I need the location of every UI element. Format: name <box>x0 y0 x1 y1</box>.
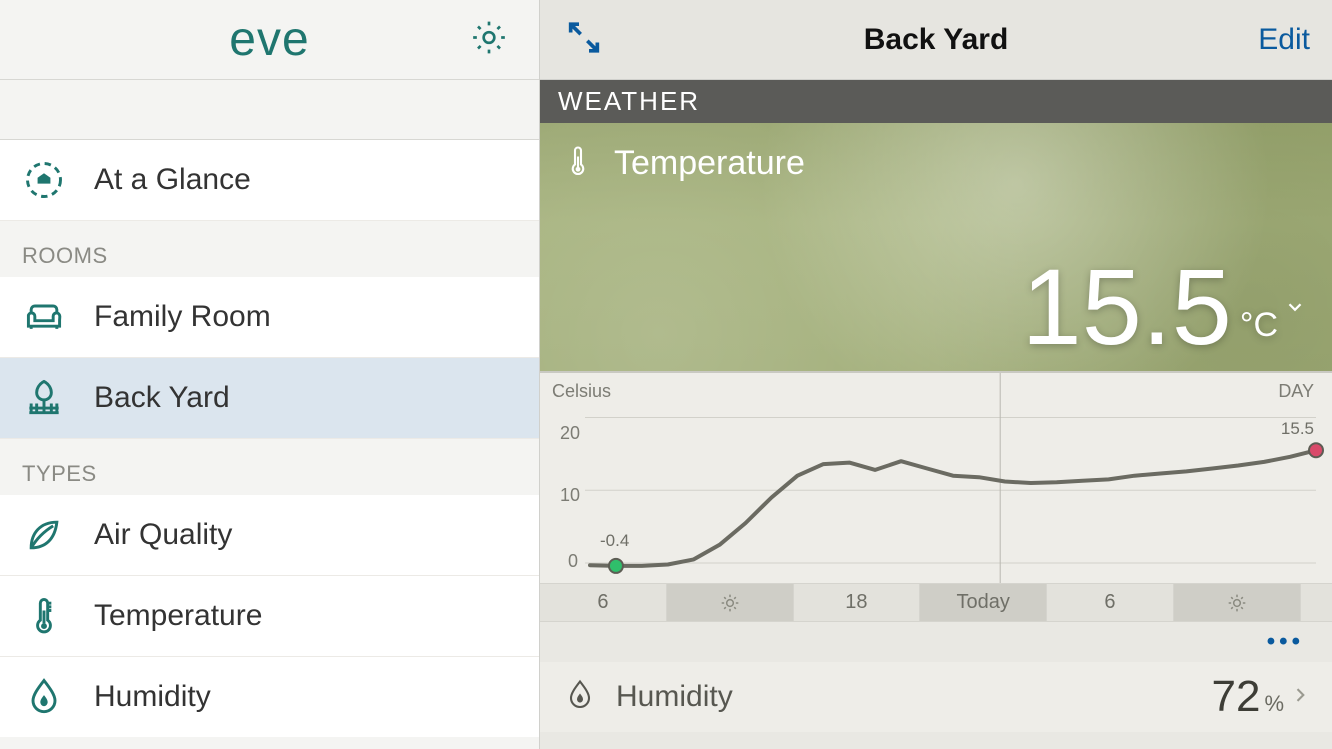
temperature-card[interactable]: Temperature 15.5 °C <box>540 123 1332 373</box>
tree-fence-icon <box>22 376 82 420</box>
droplet-icon <box>22 675 82 719</box>
timeline-seg <box>1301 584 1332 621</box>
timeline-seg: 18 <box>794 584 921 621</box>
edit-button[interactable]: Edit <box>1258 23 1310 57</box>
timeline-seg-today: Today <box>920 584 1047 621</box>
temperature-reading: 15.5 °C <box>1022 218 1306 369</box>
sidebar: eve At a Glance ROOMS Family Room <box>0 0 540 749</box>
sidebar-item-label: Back Yard <box>94 381 230 415</box>
temperature-unit: °C <box>1240 306 1278 345</box>
sidebar-header: eve <box>0 0 539 80</box>
humidity-unit: % <box>1264 691 1284 717</box>
leaf-icon <box>22 513 82 557</box>
thermometer-icon <box>22 594 82 638</box>
sidebar-item-label: At a Glance <box>94 163 251 197</box>
page-title: Back Yard <box>864 23 1009 57</box>
humidity-label: Humidity <box>616 680 1211 714</box>
sidebar-item-air-quality[interactable]: Air Quality <box>0 495 539 576</box>
sidebar-item-label: Air Quality <box>94 518 232 552</box>
app-logo: eve <box>229 12 309 67</box>
sidebar-item-back-yard[interactable]: Back Yard <box>0 358 539 439</box>
temperature-value: 15.5 <box>1022 244 1232 369</box>
chevron-right-icon[interactable] <box>1290 682 1310 713</box>
sidebar-spacer <box>0 80 539 140</box>
gear-icon[interactable] <box>469 17 509 62</box>
card-actions-row: ••• <box>540 622 1332 662</box>
timeline-seg: 6 <box>540 584 667 621</box>
expand-icon[interactable] <box>564 17 604 62</box>
sofa-icon <box>22 295 82 339</box>
chart-timeline[interactable]: 6 18 Today 6 <box>540 583 1332 621</box>
sidebar-item-temperature[interactable]: Temperature <box>0 576 539 657</box>
timeline-seg-sun <box>1174 584 1301 621</box>
more-icon[interactable]: ••• <box>1267 628 1304 656</box>
rooms-section-label: ROOMS <box>0 221 539 277</box>
humidity-value: 72 <box>1211 672 1260 722</box>
sidebar-item-family-room[interactable]: Family Room <box>0 277 539 358</box>
temperature-label: Temperature <box>614 144 805 183</box>
humidity-card[interactable]: Humidity 72 % <box>540 662 1332 732</box>
home-dashed-icon <box>22 158 82 202</box>
temperature-chart[interactable]: Celsius 20 10 0 DAY -0.4 15.5 6 18 Today… <box>540 373 1332 622</box>
main-panel: Back Yard Edit WEATHER Temperature 15.5 … <box>540 0 1332 749</box>
sidebar-item-humidity[interactable]: Humidity <box>0 657 539 737</box>
weather-section-bar: WEATHER <box>540 80 1332 123</box>
types-section-label: TYPES <box>0 439 539 495</box>
main-header: Back Yard Edit <box>540 0 1332 80</box>
timeline-seg-sun <box>667 584 794 621</box>
sidebar-item-label: Temperature <box>94 599 262 633</box>
sidebar-item-at-a-glance[interactable]: At a Glance <box>0 140 539 221</box>
sidebar-item-label: Humidity <box>94 680 211 714</box>
timeline-seg: 6 <box>1047 584 1174 621</box>
thermometer-icon <box>560 141 596 186</box>
sidebar-item-label: Family Room <box>94 300 271 334</box>
chevron-down-icon[interactable] <box>1284 218 1306 343</box>
droplet-icon <box>562 675 598 720</box>
